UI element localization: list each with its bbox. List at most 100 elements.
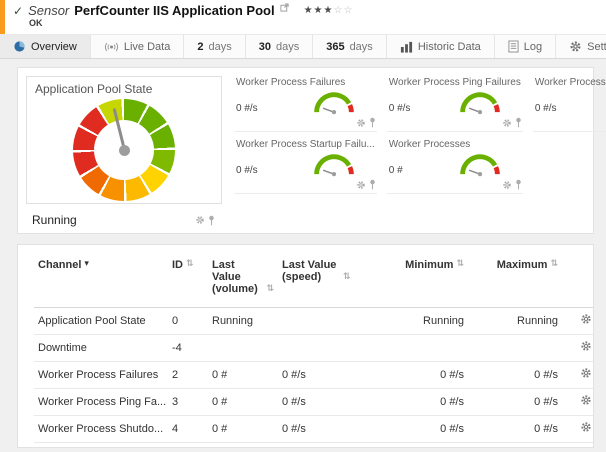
channel-row[interactable]: Worker Process Shutdo... 4 0 # 0 #/s 0 #… <box>34 416 594 443</box>
mini-gauge-title: Worker Processes <box>389 139 521 150</box>
channel-name: Worker Process Startup... <box>34 443 168 449</box>
mini-gauge-value: 0 #/s <box>236 165 258 179</box>
gauge-settings-icon[interactable] <box>356 118 366 128</box>
channel-settings-icon[interactable] <box>580 421 592 433</box>
channel-minimum: 0 #/s <box>384 362 468 389</box>
tab-label: Settings <box>587 41 606 53</box>
mini-gauge-value: 0 #/s <box>389 103 411 117</box>
gauge-settings-icon[interactable] <box>502 180 512 190</box>
pie-chart-icon <box>13 40 26 53</box>
gauge-hub <box>119 145 130 156</box>
tab-label: Overview <box>31 41 77 53</box>
channel-name: Downtime <box>34 335 168 362</box>
channel-id: 0 <box>168 308 208 335</box>
tab-historic-data[interactable]: Historic Data <box>387 35 495 58</box>
channel-last-volume <box>208 335 278 362</box>
external-link-icon[interactable] <box>280 3 289 12</box>
sort-icon: ⇅ <box>266 284 274 295</box>
mini-gauge-value: 0 # <box>389 165 403 179</box>
gauge-settings-icon[interactable] <box>502 118 512 128</box>
channel-minimum <box>384 335 468 362</box>
tab-live-data[interactable]: Live Data <box>91 35 184 58</box>
tab-number: 30 <box>259 41 271 53</box>
col-header-last-value-speed[interactable]: Last Value (speed)⇅ <box>278 249 384 308</box>
stars-empty: ☆☆ <box>333 5 353 16</box>
channel-name: Worker Process Failures <box>34 362 168 389</box>
channel-maximum: 0 #/s <box>468 416 562 443</box>
pin-icon[interactable] <box>208 215 215 226</box>
state-status-row: Running <box>26 213 583 227</box>
stars-filled: ★★★ <box>304 5 334 16</box>
channel-id: 4 <box>168 416 208 443</box>
pin-icon[interactable] <box>515 179 522 190</box>
col-header-id[interactable]: ID⇅ <box>168 249 208 308</box>
mini-gauge-value: 0 #/s <box>535 103 557 117</box>
channel-id: -4 <box>168 335 208 362</box>
mini-gauge-dial <box>455 150 505 179</box>
channel-maximum: 0 #/s <box>468 362 562 389</box>
priority-stars[interactable]: ★★★☆☆ <box>304 5 354 16</box>
tab-365-days[interactable]: 365days <box>313 35 387 58</box>
pin-icon[interactable] <box>369 179 376 190</box>
channel-last-speed: 0 #/s <box>278 389 384 416</box>
tab-bar: Overview Live Data 2days 30days 365days <box>0 34 606 59</box>
tab-unit: days <box>208 41 231 53</box>
mini-gauge-grid: Worker Process Failures 0 #/s <box>234 76 606 204</box>
channels-table: Channel▾ ID⇅ Last Value (volume)⇅ Last V… <box>34 249 594 448</box>
channel-row[interactable]: Worker Process Ping Fa... 3 0 # 0 #/s 0 … <box>34 389 594 416</box>
channel-last-speed: 0 #/s <box>278 443 384 449</box>
page-title: PerfCounter IIS Application Pool <box>74 3 274 18</box>
channel-row[interactable]: Worker Process Failures 2 0 # 0 #/s 0 #/… <box>34 362 594 389</box>
mini-gauge-dial <box>309 150 359 179</box>
channel-name: Worker Process Shutdo... <box>34 416 168 443</box>
status-badge: OK <box>29 18 43 28</box>
log-document-icon <box>508 40 519 53</box>
channel-last-speed: 0 #/s <box>278 362 384 389</box>
tab-overview[interactable]: Overview <box>0 35 91 58</box>
mini-gauge-title: Worker Process Shutdown Fa... <box>535 77 606 88</box>
bar-chart-icon <box>400 41 413 53</box>
channel-last-volume: Running <box>208 308 278 335</box>
tab-settings[interactable]: Settings <box>556 35 606 58</box>
channel-row[interactable]: Worker Process Startup... 5 0 # 0 #/s 0 … <box>34 443 594 449</box>
overview-panel: Application Pool State Worker Process Fa… <box>17 67 594 234</box>
mini-gauge-title: Worker Process Ping Failures <box>389 77 521 88</box>
channel-maximum <box>468 335 562 362</box>
gauge-settings-icon[interactable] <box>195 215 205 225</box>
col-header-actions <box>562 249 594 308</box>
channel-minimum: 0 #/s <box>384 443 468 449</box>
channel-settings-icon[interactable] <box>580 313 592 325</box>
tab-2-days[interactable]: 2days <box>184 35 245 58</box>
mini-gauge-cell: Worker Processes 0 # <box>387 138 523 194</box>
pin-icon[interactable] <box>515 117 522 128</box>
channel-settings-icon[interactable] <box>580 340 592 352</box>
state-gauge-box: Application Pool State <box>26 76 222 204</box>
pin-icon[interactable] <box>369 117 376 128</box>
tab-30-days[interactable]: 30days <box>246 35 314 58</box>
tab-label: Live Data <box>124 41 170 53</box>
channel-last-volume: 0 # <box>208 416 278 443</box>
col-header-last-value-volume[interactable]: Last Value (volume)⇅ <box>208 249 278 308</box>
ok-check-icon: ✓ <box>13 5 23 17</box>
channel-row[interactable]: Application Pool State 0 Running Running… <box>34 308 594 335</box>
mini-gauge-value: 0 #/s <box>236 103 258 117</box>
col-header-minimum[interactable]: Minimum⇅ <box>384 249 468 308</box>
channel-last-speed <box>278 308 384 335</box>
col-header-maximum[interactable]: Maximum⇅ <box>468 249 562 308</box>
mini-gauge-cell-empty <box>533 138 606 194</box>
channel-last-speed: 0 #/s <box>278 416 384 443</box>
sensor-type-label: Sensor <box>28 3 69 18</box>
channel-minimum: Running <box>384 308 468 335</box>
channel-settings-icon[interactable] <box>580 394 592 406</box>
state-status-label: Running <box>26 213 77 227</box>
mini-gauge-cell: Worker Process Shutdown Fa... 0 #/s <box>533 76 606 132</box>
sort-icon: ⇅ <box>456 259 464 270</box>
col-header-channel[interactable]: Channel▾ <box>34 249 168 308</box>
gauge-settings-icon[interactable] <box>356 180 366 190</box>
channel-settings-icon[interactable] <box>580 367 592 379</box>
tab-log[interactable]: Log <box>495 35 556 58</box>
tab-label: Historic Data <box>418 41 481 53</box>
table-header-row: Channel▾ ID⇅ Last Value (volume)⇅ Last V… <box>34 249 594 308</box>
channel-row[interactable]: Downtime -4 <box>34 335 594 362</box>
tab-unit: days <box>350 41 373 53</box>
